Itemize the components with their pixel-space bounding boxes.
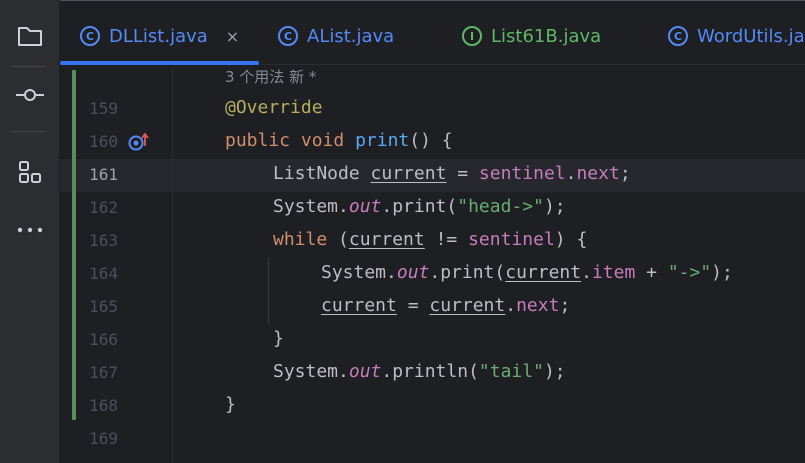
operator-token: + [635, 262, 668, 283]
class-token: System. [321, 262, 397, 283]
code-line-159: @Override [225, 97, 323, 118]
annotation-token: @Override [225, 97, 323, 118]
operator-token: = [446, 163, 479, 184]
code-line-160: public void print() { [225, 130, 453, 151]
class-icon: C [278, 26, 298, 46]
variable-token: current [348, 229, 425, 250]
override-method-icon[interactable] [128, 132, 150, 152]
class-token: System. [273, 361, 349, 382]
punct-token: ; [619, 163, 631, 184]
gutter-separator [172, 66, 173, 463]
punct-token: . [505, 295, 517, 316]
operator-token: = [396, 295, 430, 316]
field-token: next [576, 163, 620, 184]
folder-icon[interactable] [0, 22, 59, 50]
line-number: 165 [89, 297, 118, 316]
punct-token: ); [711, 262, 733, 283]
code-line-165: current = current.next; [321, 295, 570, 316]
sidebar-separator [12, 131, 46, 132]
sidebar-separator [12, 66, 46, 67]
code-line-167: System.out.println("tail"); [273, 361, 566, 382]
static-field-token: out [348, 196, 382, 217]
code-line-161: ListNode current = sentinel.next; [273, 163, 631, 184]
code-line-164: System.out.print(current.item + "->"); [321, 262, 733, 283]
code-line-163: while (current != sentinel) { [273, 229, 587, 250]
line-number: 164 [89, 264, 118, 283]
call-token: .print( [381, 196, 458, 217]
tab-wordutils[interactable]: C WordUtils.ja [668, 23, 805, 49]
variable-token: current [370, 163, 447, 184]
punct-token: ( [327, 229, 349, 250]
variable-token: current [429, 295, 506, 316]
code-line-166: } [273, 328, 284, 349]
tab-label: List61B.java [491, 25, 602, 47]
punct-token: () { [409, 130, 453, 151]
punct-token: ); [543, 196, 566, 217]
field-token: next [516, 295, 560, 316]
type-token: ListNode [273, 163, 371, 184]
line-number: 163 [89, 231, 118, 250]
variable-token: current [505, 262, 582, 283]
keyword-token: public [225, 130, 291, 151]
brace-token: } [225, 394, 236, 415]
editor-tab-bar: C DLList.java × C AList.java I List61B.j… [60, 0, 805, 65]
line-number: 169 [89, 429, 118, 448]
field-token: sentinel [478, 163, 566, 184]
tab-label: DLList.java [109, 25, 208, 47]
punct-token: . [565, 163, 577, 184]
keyword-token: void [300, 130, 345, 151]
class-icon: C [80, 26, 100, 46]
structure-icon[interactable] [0, 158, 59, 186]
commit-icon[interactable] [0, 82, 59, 108]
method-name-token: print [355, 130, 410, 151]
code-line-162: System.out.print("head->"); [273, 196, 566, 217]
line-number: 168 [89, 396, 118, 415]
punct-token: ; [559, 295, 571, 316]
punct-token: ) { [554, 229, 588, 250]
line-number: 167 [89, 363, 118, 382]
tool-sidebar [0, 0, 60, 463]
field-token: sentinel [468, 229, 555, 250]
class-token: System. [273, 196, 349, 217]
class-icon: C [668, 26, 688, 46]
tab-list61b[interactable]: I List61B.java [462, 23, 601, 49]
interface-icon: I [462, 26, 482, 46]
keyword-token: while [273, 229, 328, 250]
field-token: item [591, 262, 636, 283]
line-number: 161 [89, 165, 118, 184]
tab-label: WordUtils.ja [697, 25, 805, 47]
static-field-token: out [396, 262, 430, 283]
string-token: "tail" [478, 361, 544, 382]
string-token: "->" [667, 262, 712, 283]
call-token: .print( [429, 262, 506, 283]
static-field-token: out [348, 361, 382, 382]
more-icon[interactable] [0, 222, 59, 238]
punct-token: . [581, 262, 592, 283]
line-number: 166 [89, 330, 118, 349]
line-number: 160 [89, 132, 118, 151]
string-token: "head->" [457, 196, 544, 217]
punct-token: ); [543, 361, 566, 382]
usage-hint[interactable]: 3 个用法 新 * [225, 66, 316, 87]
tab-label: AList.java [307, 25, 395, 47]
indent-guide [268, 258, 269, 324]
tab-alist[interactable]: C AList.java [278, 23, 394, 49]
code-line-168: } [225, 394, 236, 415]
brace-token: } [273, 328, 284, 349]
close-tab-icon[interactable]: × [226, 27, 239, 46]
line-number: 162 [89, 198, 118, 217]
operator-token: != [424, 229, 469, 250]
active-tab-indicator [60, 61, 259, 65]
tab-dllist[interactable]: C DLList.java × [80, 23, 239, 49]
variable-token: current [321, 295, 397, 316]
line-number: 159 [89, 99, 118, 118]
call-token: .println( [381, 361, 479, 382]
